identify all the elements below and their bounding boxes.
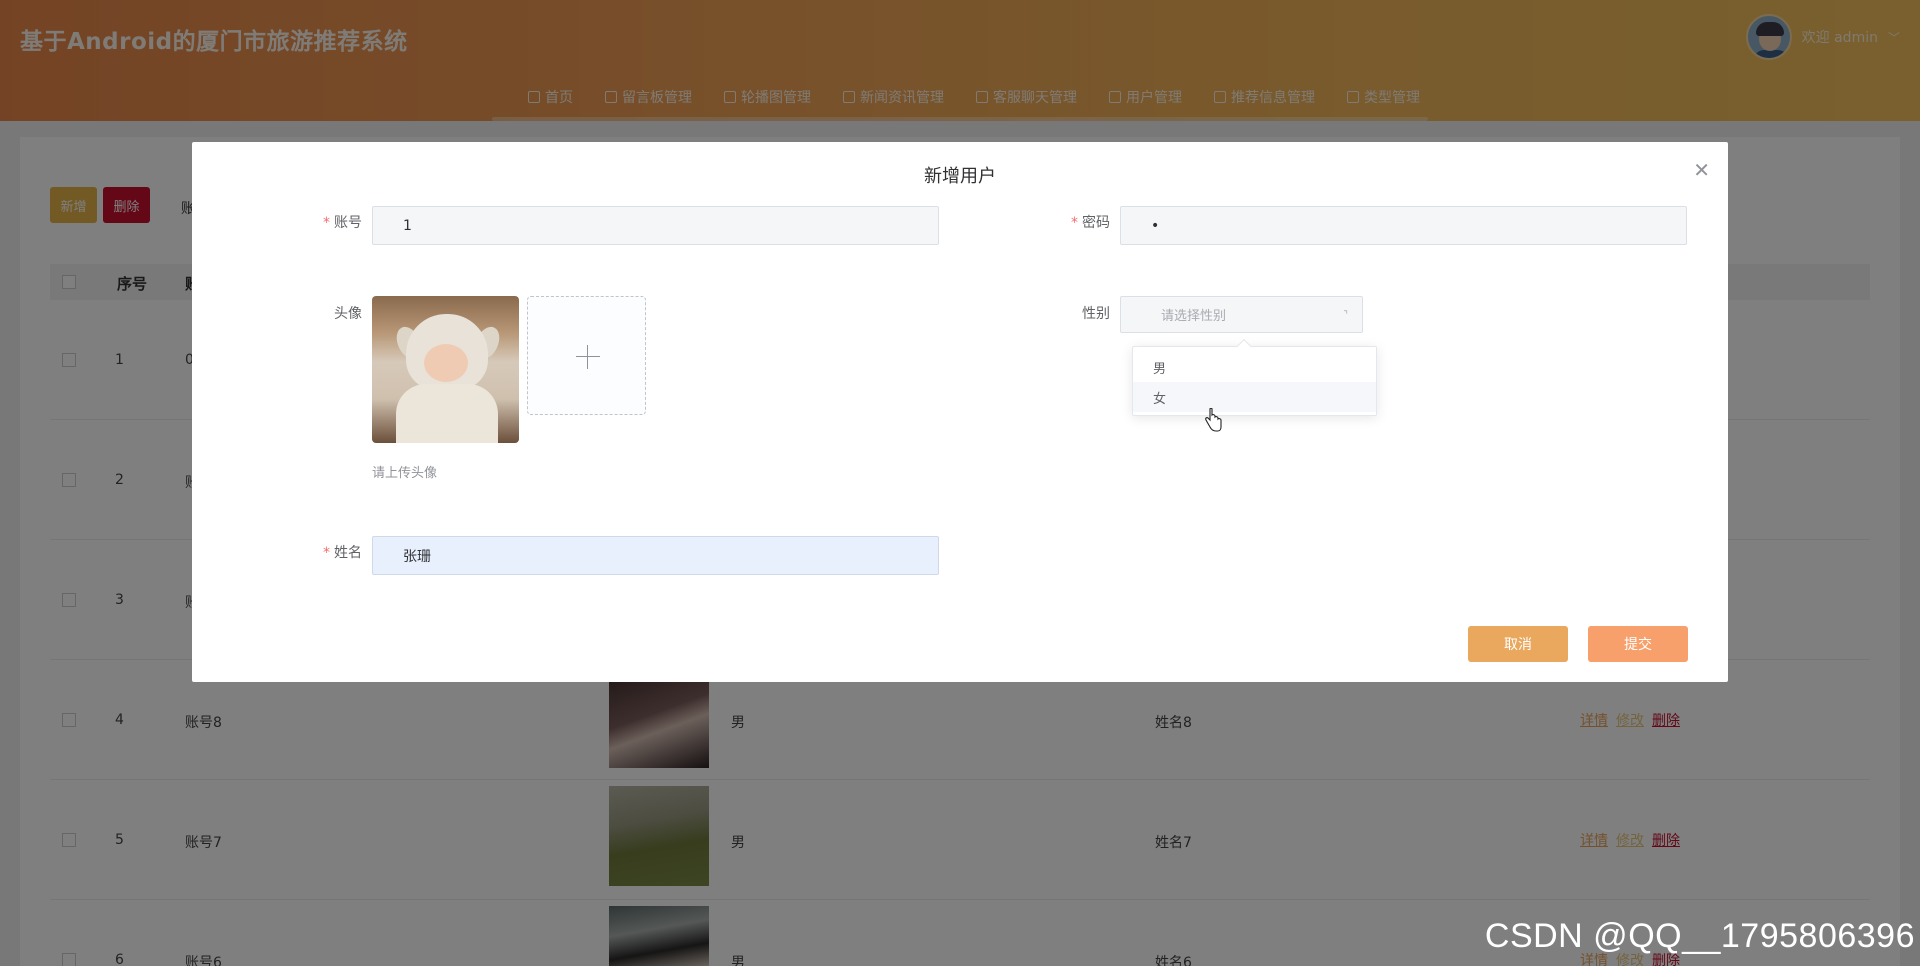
name-label: * 姓名 [323,545,362,561]
gender-option-male[interactable]: 男 [1133,352,1376,382]
gender-dropdown: 男 女 [1132,338,1377,416]
avatar-preview-image[interactable] [372,296,519,443]
add-user-dialog: 新增用户 ✕ * 账号 1 * 密码 • 头像 请上传头像 性别 请选择性别 ⌝ 男… [192,142,1728,682]
account-input[interactable]: 1 [372,206,939,245]
avatar-label: 头像 [334,306,362,322]
account-label: * 账号 [323,215,362,231]
password-input[interactable]: • [1120,206,1687,245]
gender-select[interactable]: 请选择性别 ⌝ [1120,296,1363,333]
gender-label: 性别 [1082,306,1110,322]
close-icon[interactable]: ✕ [1693,160,1710,180]
password-label: * 密码 [1071,215,1110,231]
avatar-upload-button[interactable] [527,296,646,415]
gender-option-female[interactable]: 女 [1133,382,1376,412]
name-input[interactable]: 张珊 [372,536,939,575]
hand-cursor-icon [1205,408,1222,432]
chevron-down-icon: ⌝ [1343,310,1348,321]
cancel-button[interactable]: 取消 [1468,626,1568,662]
submit-button[interactable]: 提交 [1588,626,1688,662]
plus-icon [576,356,600,357]
avatar-upload-tip: 请上传头像 [372,466,438,481]
watermark: CSDN @QQ__1795806396 [1484,917,1915,955]
dialog-title: 新增用户 [924,166,996,187]
